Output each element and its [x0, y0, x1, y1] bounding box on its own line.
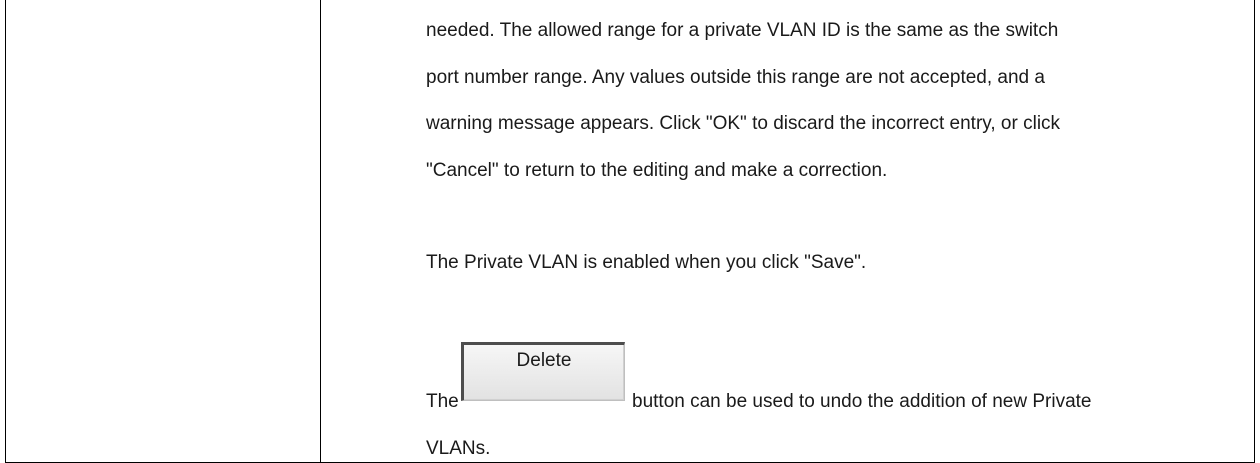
delete-button-label: Delete	[516, 350, 572, 371]
inline-text-suffix: button can be used to undo the addition …	[632, 391, 1092, 412]
document-table: needed. The allowed range for a private …	[0, 0, 1260, 463]
paragraph-line: warning message appears. Click "OK" to d…	[426, 113, 1061, 134]
paragraph-line: needed. The allowed range for a private …	[426, 20, 1059, 41]
table-column-divider	[320, 0, 321, 463]
inline-text-prefix: The	[426, 391, 459, 412]
paragraph-save-note: The Private VLAN is enabled when you cli…	[426, 252, 867, 273]
paragraph-line: "Cancel" to return to the editing and ma…	[426, 160, 888, 181]
table-border-right	[1254, 0, 1255, 463]
paragraph-line: port number range. Any values outside th…	[426, 67, 1045, 88]
table-border-left	[5, 0, 6, 463]
paragraph-line: VLANs.	[426, 438, 491, 459]
delete-button[interactable]: Delete	[461, 342, 625, 401]
